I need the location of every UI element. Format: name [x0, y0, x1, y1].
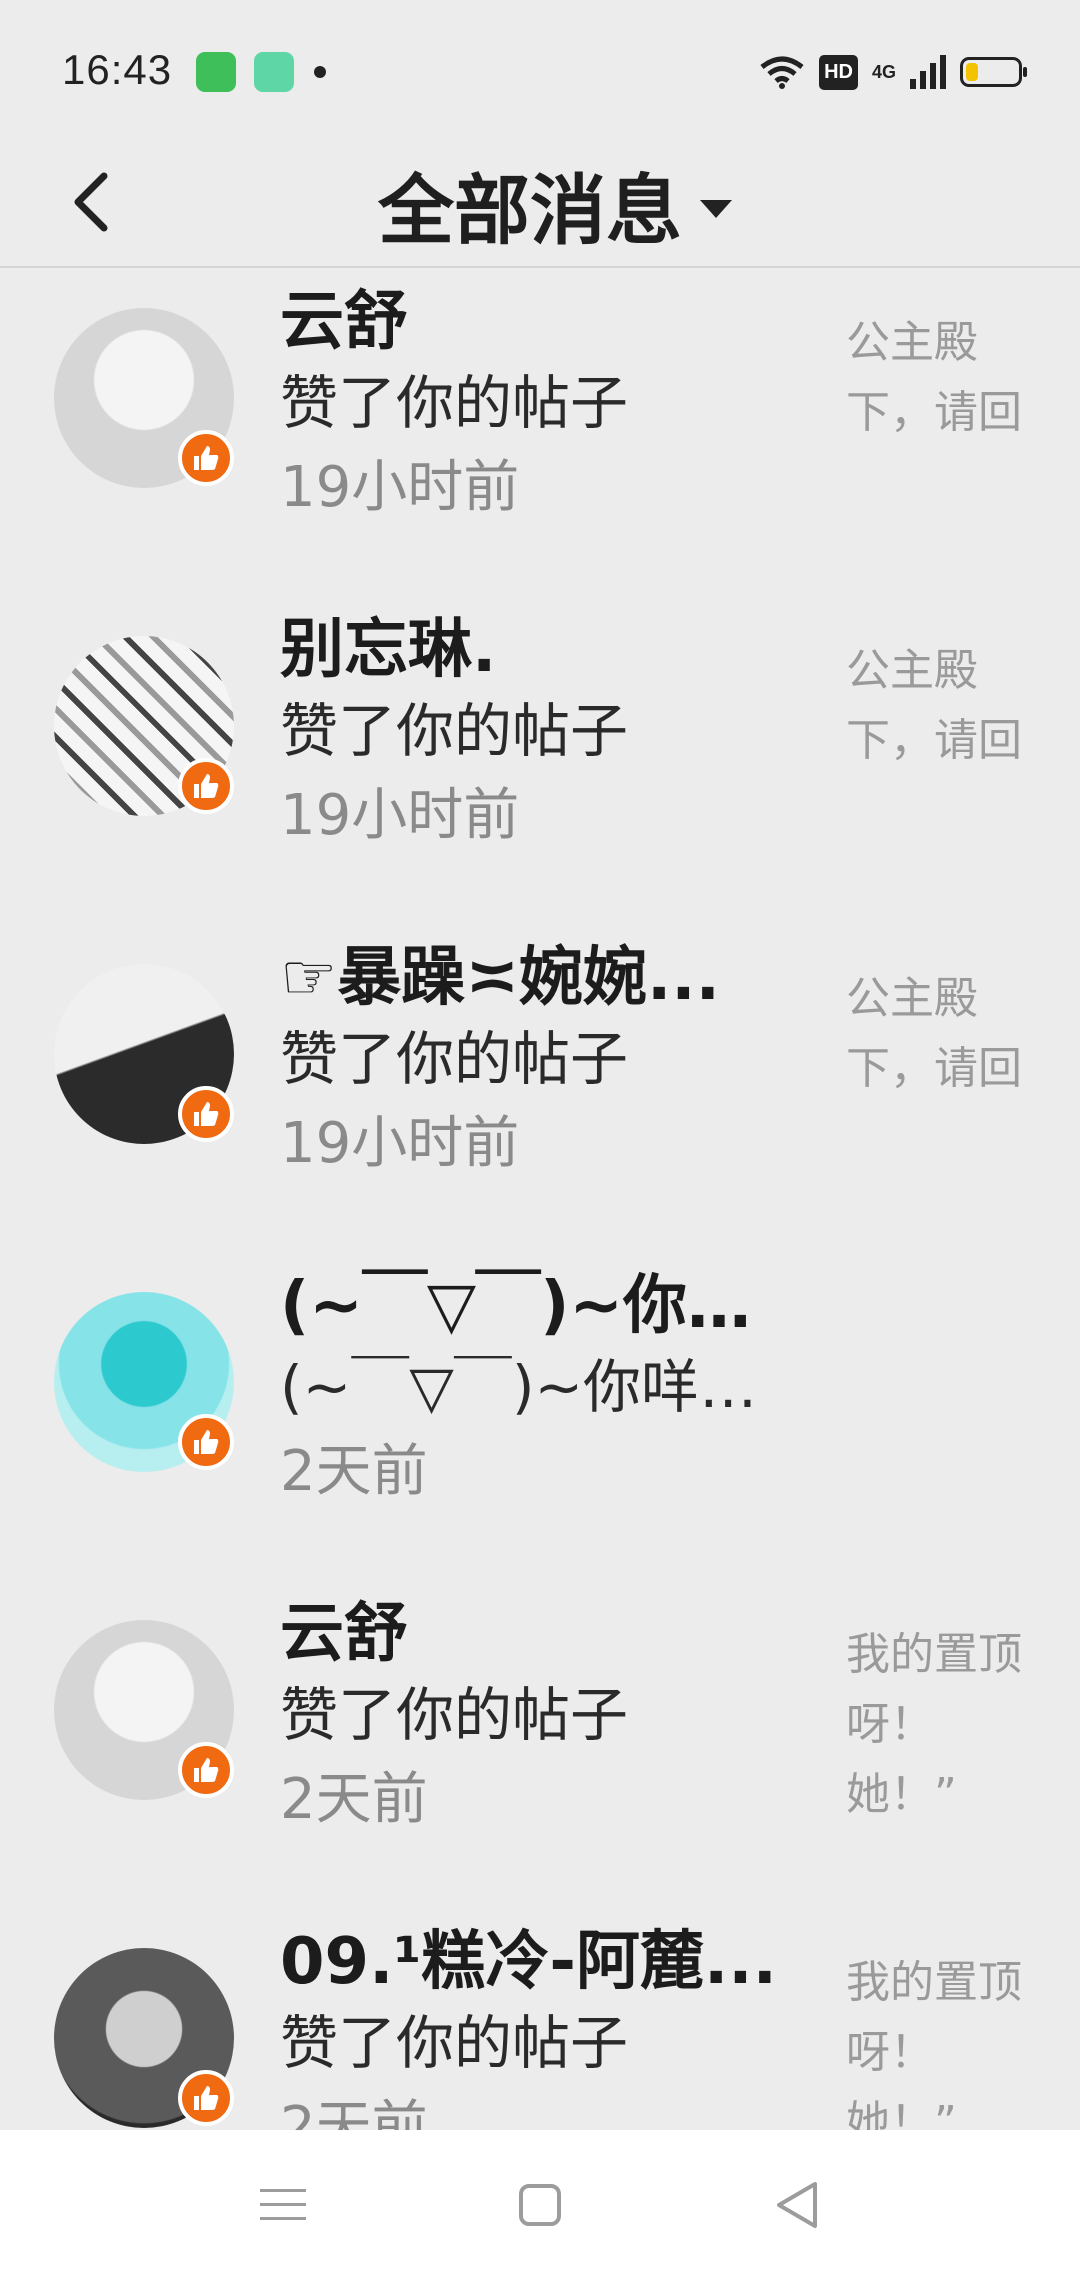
post-preview: 我的置顶呀！她！” [846, 1957, 1022, 2130]
wifi-icon [760, 56, 804, 89]
battery-icon [960, 57, 1027, 87]
message-action: 赞了你的帖子 [280, 2009, 629, 2077]
phone-app-icon [254, 52, 294, 92]
message-action: 赞了你的帖子 [280, 369, 629, 437]
status-time: 16:43 [62, 46, 173, 93]
page-title: 全部消息 [378, 166, 682, 255]
sender-name: 09.¹糕冷-阿麓... [280, 1925, 777, 1999]
message-time: 2天前 [280, 1767, 428, 1832]
recent-apps-button[interactable] [248, 2170, 318, 2240]
list-item[interactable]: 云舒 赞了你的帖子 2天前 我的置顶呀！她！” [0, 1582, 1080, 1910]
message-time: 2天前 [280, 1439, 428, 1504]
message-action: 赞了你的帖子 [280, 1025, 629, 1093]
network-type: 4G [871, 61, 896, 82]
message-app-icon [196, 52, 236, 92]
message-list[interactable]: 云舒 赞了你的帖子 19小时前 公主殿下，请回 别忘琳. 赞了你的帖子 19小时… [0, 270, 1080, 2130]
top-app-bar: 全部消息 [0, 140, 1080, 268]
signal-icon [910, 55, 946, 89]
sender-name: 云舒 [280, 1597, 408, 1671]
sender-name: 云舒 [280, 285, 408, 359]
sender-name: 别忘琳. [280, 613, 497, 687]
message-action: (~￣▽￣)~你咩（异... [280, 1353, 800, 1421]
list-item[interactable]: (~￣▽￣)~你咩（... (~￣▽￣)~你咩（异... 2天前 [0, 1254, 1080, 1582]
system-nav-bar [0, 2130, 1080, 2280]
battery-level [966, 63, 979, 81]
thumbs-up-icon [178, 1742, 234, 1798]
post-preview [846, 1292, 1026, 1502]
status-bar: 16:43 HD 4G [0, 0, 1080, 140]
status-indicators: HD 4G [759, 50, 1027, 94]
post-preview: 我的置顶呀！她！” [846, 1629, 1022, 1820]
message-time: 19小时前 [280, 1111, 520, 1176]
sender-name: (~￣▽￣)~你咩（... [280, 1269, 800, 1343]
post-preview: 公主殿下，请回 [846, 645, 1022, 766]
thumbs-up-icon [178, 430, 234, 486]
message-time: 19小时前 [280, 455, 520, 520]
message-action: 赞了你的帖子 [280, 1681, 629, 1749]
menu-icon [260, 2189, 306, 2220]
notification-dot-icon [314, 66, 326, 78]
hd-badge: HD [819, 54, 858, 90]
thumbs-up-icon [178, 758, 234, 814]
home-button[interactable] [505, 2170, 575, 2240]
list-item[interactable]: 别忘琳. 赞了你的帖子 19小时前 公主殿下，请回 [0, 598, 1080, 926]
thumbs-up-icon [178, 2070, 234, 2126]
list-item[interactable]: ☞暴躁≍婉婉... 赞了你的帖子 19小时前 公主殿下，请回 [0, 926, 1080, 1254]
title-dropdown[interactable]: 全部消息 [0, 140, 1080, 268]
thumbs-up-icon [178, 1086, 234, 1142]
post-preview: 公主殿下，请回 [846, 317, 1022, 438]
message-time: 19小时前 [280, 783, 520, 848]
post-preview: 公主殿下，请回 [846, 973, 1022, 1094]
sender-name: ☞暴躁≍婉婉... [280, 941, 720, 1015]
list-item[interactable]: 09.¹糕冷-阿麓... 赞了你的帖子 2天前 我的置顶呀！她！” [0, 1910, 1080, 2130]
triangle-back-icon [777, 2182, 817, 2228]
list-item[interactable]: 云舒 赞了你的帖子 19小时前 公主殿下，请回 [0, 270, 1080, 598]
system-back-button[interactable] [762, 2170, 832, 2240]
message-time: 2天前 [280, 2095, 428, 2130]
message-action: 赞了你的帖子 [280, 697, 629, 765]
caret-down-icon [700, 200, 732, 218]
thumbs-up-icon [178, 1414, 234, 1470]
square-home-icon [519, 2184, 561, 2226]
